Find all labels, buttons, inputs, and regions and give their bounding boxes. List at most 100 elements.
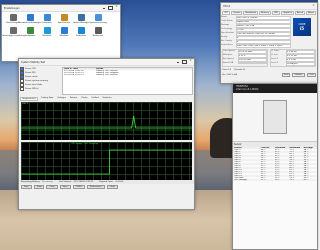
cpuz-cache-value: 24 MBytes [286,62,315,66]
cpuz-titlebar: CPU-Z ✕ [221,3,317,10]
explorer-icon-grid: Einstellungen Netzwerkverbindungen Compute… [2,12,120,39]
explorer-item-label: Bildschirm [92,35,104,37]
app-icon [77,14,85,21]
list-item: 20.9.2024 19:32:19 Stability Test: Starte… [63,74,192,76]
minimize-icon[interactable] [102,6,105,10]
stability-button[interactable]: Close [106,185,119,189]
cpu-logo: CORE i5 [293,18,311,36]
cpu-logo-sub: i5 [299,26,305,31]
stability-tab[interactable]: Unified [90,97,99,101]
stability-button[interactable]: CPUID [72,185,85,189]
cpuz-tab[interactable]: CPU [222,11,231,15]
log-list: 20.9.2024 19:01:59 Stability Test: Starte… [63,70,192,76]
stability-title: System Stability Test [21,60,45,64]
close-icon[interactable]: ✕ [116,5,119,9]
cpuz-clock-key: Rated FSB [223,62,234,64]
cpuz-cache: L1 Data 6 x 48 KB L1 Inst. 6 x 32 KB Level 2… [270,49,316,67]
cpuz-tab[interactable]: Caches [231,11,243,15]
cpuz-close-button[interactable]: Close [306,73,316,77]
cpuz-info-key: Instructions [221,44,233,46]
explorer-window: Einstellungen ✕ Einstellungen Netzwerkver… [1,4,121,62]
minimize-icon[interactable] [176,60,179,64]
stress-option[interactable]: Stress GPU(s) [20,87,60,91]
cpuz-info-value: MMX, SSE, SSE2, SSE3, SSE4.1, SSE4.2, AV… [236,44,291,48]
test-started-label: Test Started: [58,181,72,183]
cores-count: Cores 14 [222,69,231,71]
stability-button[interactable]: Preferences [86,185,105,189]
explorer-title: Einstellungen [4,6,20,10]
app-icon [60,27,68,34]
explorer-item-label: Systemsteuerung [89,22,107,24]
cpuz-tab[interactable]: About [306,11,317,15]
stability-tab[interactable]: Clocks [80,97,88,101]
explorer-item[interactable]: Speicherinfo [57,14,71,24]
cpu-usage-graph: CPU Usage | CPU Throttling [21,142,192,180]
explorer-item[interactable]: Taskplaner [23,27,37,37]
explorer-item[interactable]: Windows [57,27,71,37]
maximize-icon[interactable] [182,59,187,65]
hwinfo-header: HWiNFO64 Intel Core i5-13600K [233,84,317,93]
close-icon[interactable]: ✕ [190,59,193,63]
explorer-item[interactable]: Systemsteuerung [89,14,107,24]
cpuz-version: Ver. 2.06.1.x64 [222,74,238,76]
cpuz-tab[interactable]: Graphics [281,11,294,15]
cpuz-tab[interactable]: Memory [258,11,272,15]
explorer-item-label: Speicherinfo [57,22,71,24]
hwinfo-table-body: Core 0 34°C 31°C 72°C 38°C Core 1 35°C 31°C 70°C… [233,149,317,181]
table-row[interactable]: CPU Package 37°C 33°C 75°C 41°C [233,179,317,181]
elapsed-time-label: Elapsed Time: [99,181,114,183]
stability-button[interactable]: Save [59,185,71,189]
explorer-item[interactable]: Geräte-Manager [72,14,90,24]
hwinfo-cell: 33°C [275,179,280,181]
explorer-item[interactable]: Datenträgerverwaltung [2,27,25,37]
temperature-graph: 100°C [21,102,192,140]
stress-option-label: Stress cache [25,76,38,78]
stability-button[interactable]: Start [21,185,32,189]
test-started-value: 20.9.2024 19:32:19 [73,181,94,183]
cpuz-tab[interactable]: Mainboard [243,11,258,15]
explorer-item[interactable]: Bildschirm [91,27,105,37]
stability-tab[interactable]: Voltages [56,97,67,101]
cpu-die-diagram [263,100,287,134]
cpuz-validate-button[interactable]: Validate [292,73,305,77]
cpuz-tab[interactable]: Bench [294,11,306,15]
explorer-item[interactable]: Benutzer [40,27,54,37]
explorer-item-label: Sicherheit [75,35,87,37]
cpuz-processor-info: Name Intel Core i5 13600K Code Name Raptor … [221,16,291,48]
cpuz-info-row: Instructions MMX, SSE, SSE2, SSE3, SSE4.1… [221,44,291,48]
stability-test-window: System Stability Test ✕ Stress CPU Stress… [18,58,195,210]
stability-button-bar: Start Stop Clear Save CPUID Preferences Close [19,184,194,190]
explorer-item-label: Geräte-Manager [72,22,90,24]
stability-tab[interactable]: Statistics [102,97,113,101]
cpuz-tab[interactable]: SPD [272,11,281,15]
explorer-item[interactable]: Netzwerkverbindungen [18,14,42,24]
stability-tab[interactable]: Temperatures [20,97,38,101]
close-icon[interactable]: ✕ [313,4,316,8]
stability-button[interactable]: Stop [33,185,45,189]
checkbox[interactable] [20,87,24,91]
explorer-item[interactable]: Computer [40,14,54,24]
app-icon [77,27,85,34]
app-icon [43,14,51,21]
maximize-icon[interactable] [108,5,113,11]
log-status: Stability Test: Started [96,74,118,76]
threads-count: Threads 20 [233,69,246,71]
explorer-item-label: Datenträgerverwaltung [1,35,25,37]
remaining-battery-label: Remaining Battery: [21,181,41,183]
cpuz-clock-value [238,62,267,64]
stability-tab[interactable]: Cooling Fans [40,97,55,101]
elapsed-time-value: 0:31:56 [115,181,124,183]
cpuz-cache-row: Level 3 24 MBytes [271,62,315,66]
stability-titlebar: System Stability Test ✕ [19,59,194,66]
app-icon [94,14,102,21]
cpuz-tools-button[interactable]: Tools [281,73,291,77]
stress-options: Stress CPU Stress FPU Stress cache Stress s… [19,66,61,96]
app-icon [9,27,17,34]
stress-option-label: Stress local disks [25,84,43,86]
explorer-item[interactable]: Sicherheit [74,27,88,37]
hwinfo-cell: 37°C [260,179,266,181]
stability-tab[interactable]: Powers [69,97,78,101]
hwinfo-cell: CPU Package [234,179,247,181]
explorer-item-label: Benutzer [42,35,52,37]
stability-button[interactable]: Clear [46,185,58,189]
